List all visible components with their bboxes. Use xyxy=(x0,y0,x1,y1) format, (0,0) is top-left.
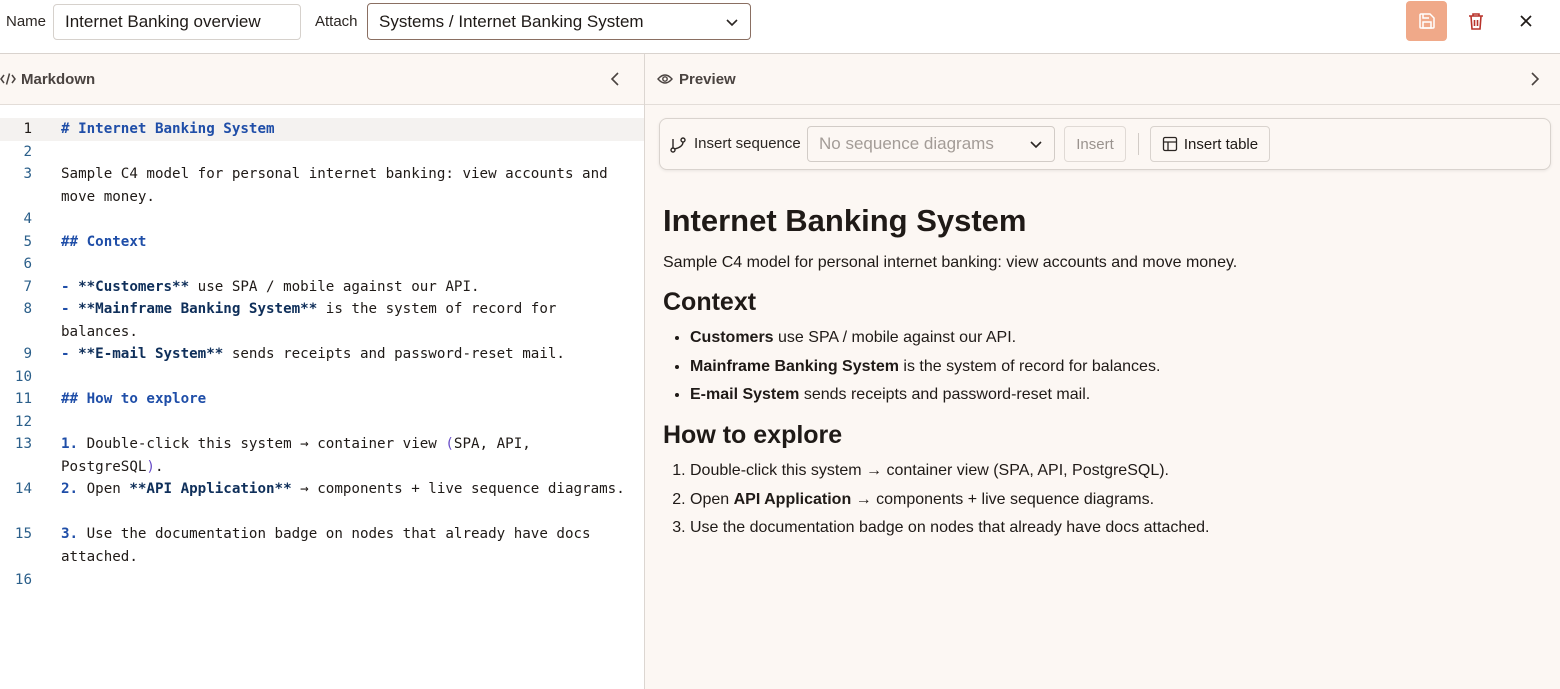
doc-title: Internet Banking System xyxy=(663,203,1027,238)
line-number: 12 xyxy=(14,414,32,430)
insert-button[interactable]: Insert xyxy=(1064,126,1126,162)
preview-pane-title: Preview xyxy=(679,71,736,88)
toolbar-separator xyxy=(1138,133,1139,155)
collapse-markdown-button[interactable] xyxy=(605,69,625,89)
line-number: 8 xyxy=(23,301,32,317)
editor-line[interactable]: 6 xyxy=(0,253,644,276)
line-number: 10 xyxy=(14,369,32,385)
list-item: Mainframe Banking System is the system o… xyxy=(690,356,1543,378)
editor-line[interactable]: 15 3. Use the documentation badge on nod… xyxy=(0,523,644,568)
doc-heading-explore: How to explore xyxy=(663,421,843,449)
close-button[interactable] xyxy=(1512,7,1540,35)
line-text: - **Mainframe Banking System** is the sy… xyxy=(61,301,565,340)
line-number: 7 xyxy=(23,279,32,295)
editor-line[interactable]: 7 - **Customers** use SPA / mobile again… xyxy=(0,276,644,299)
line-text: ## How to explore xyxy=(61,391,207,407)
close-icon xyxy=(1520,15,1532,27)
line-number: 14 xyxy=(14,481,32,497)
attach-select-value: Systems / Internet Banking System xyxy=(379,11,644,31)
line-number: 13 xyxy=(14,436,32,452)
preview-pane: Insert sequence No sequence diagrams Ins… xyxy=(645,105,1560,689)
save-button[interactable] xyxy=(1406,1,1447,41)
doc-heading-context: Context xyxy=(663,288,757,316)
delete-button[interactable] xyxy=(1462,7,1490,35)
line-number: 11 xyxy=(14,391,32,407)
eye-icon xyxy=(657,73,673,85)
editor-line[interactable]: 5 ## Context xyxy=(0,231,644,254)
line-number: 5 xyxy=(23,234,32,250)
insert-sequence-label: Insert sequence xyxy=(694,135,801,152)
editor-line[interactable]: 4 xyxy=(0,208,644,231)
chevron-left-icon xyxy=(610,72,619,86)
explore-list: Double-click this system → container vie… xyxy=(690,460,1543,539)
attach-label: Attach xyxy=(315,13,358,30)
insert-table-button[interactable]: Insert table xyxy=(1150,126,1270,162)
line-text: - **Customers** use SPA / mobile against… xyxy=(61,279,480,295)
line-number: 16 xyxy=(14,572,32,588)
editor-line[interactable]: 14 2. Open **API Application** → compone… xyxy=(0,478,644,523)
list-item: Double-click this system → container vie… xyxy=(690,460,1543,482)
rendered-document: Internet Banking System Sample C4 model … xyxy=(663,201,1543,551)
line-number: 4 xyxy=(23,211,32,227)
table-icon xyxy=(1162,136,1178,152)
context-list: Customers use SPA / mobile against our A… xyxy=(690,327,1543,406)
line-text: Sample C4 model for personal internet ba… xyxy=(61,166,617,205)
editor-line[interactable]: 12 xyxy=(0,411,644,434)
editor-line[interactable]: 16 xyxy=(0,569,644,592)
editor-line[interactable]: 1 # Internet Banking System xyxy=(0,118,644,141)
editor-line[interactable]: 10 xyxy=(0,366,644,389)
line-text: 3. Use the documentation badge on nodes … xyxy=(61,526,600,565)
insert-table-label: Insert table xyxy=(1183,135,1259,153)
editor-line[interactable]: 2 xyxy=(0,141,644,164)
list-item: Use the documentation badge on nodes tha… xyxy=(690,517,1543,539)
list-item: Open API Application → components + live… xyxy=(690,489,1543,511)
list-item: E-mail System sends receipts and passwor… xyxy=(690,384,1543,406)
code-icon xyxy=(0,72,16,86)
line-number: 1 xyxy=(23,121,32,137)
expand-preview-button[interactable] xyxy=(1525,69,1545,89)
line-number: 3 xyxy=(23,166,32,182)
line-number: 15 xyxy=(14,526,32,542)
editor-line[interactable]: 3 Sample C4 model for personal internet … xyxy=(0,163,644,208)
line-text: ## Context xyxy=(61,234,147,250)
editor-line[interactable]: 8 - **Mainframe Banking System** is the … xyxy=(0,298,644,343)
top-bar: Name Attach Systems / Internet Banking S… xyxy=(0,0,1560,54)
line-number: 9 xyxy=(23,346,32,362)
preview-toolbar: Insert sequence No sequence diagrams Ins… xyxy=(659,118,1551,170)
chevron-down-icon xyxy=(1030,141,1042,149)
editor-line[interactable]: 11 ## How to explore xyxy=(0,388,644,411)
branch-icon xyxy=(670,137,686,153)
line-number: 6 xyxy=(23,256,32,272)
preview-pane-header: Preview xyxy=(645,54,1560,105)
trash-icon xyxy=(1469,12,1483,30)
save-icon xyxy=(1418,13,1435,29)
attach-select[interactable]: Systems / Internet Banking System xyxy=(367,3,751,40)
line-text: 2. Open **API Application** → components… xyxy=(61,481,625,497)
sequence-select-placeholder: No sequence diagrams xyxy=(819,134,994,153)
chevron-right-icon xyxy=(1531,72,1540,86)
line-number: 2 xyxy=(23,144,32,160)
line-text: - **E-mail System** sends receipts and p… xyxy=(61,346,565,362)
markdown-editor[interactable]: 1 # Internet Banking System 2 3 Sample C… xyxy=(0,105,644,689)
line-text: # Internet Banking System xyxy=(61,121,275,137)
line-text: 1. Double-click this system → container … xyxy=(61,436,540,475)
chevron-down-icon xyxy=(726,18,738,26)
editor-line[interactable]: 13 1. Double-click this system → contain… xyxy=(0,433,644,478)
list-item: Customers use SPA / mobile against our A… xyxy=(690,327,1543,349)
name-label: Name xyxy=(6,13,47,30)
name-input[interactable] xyxy=(53,4,301,40)
markdown-pane-title: Markdown xyxy=(21,71,96,88)
markdown-pane-header: Markdown xyxy=(0,54,644,105)
editor-line[interactable]: 9 - **E-mail System** sends receipts and… xyxy=(0,343,644,366)
sequence-select[interactable]: No sequence diagrams xyxy=(807,126,1055,162)
doc-intro: Sample C4 model for personal internet ba… xyxy=(663,254,1238,271)
